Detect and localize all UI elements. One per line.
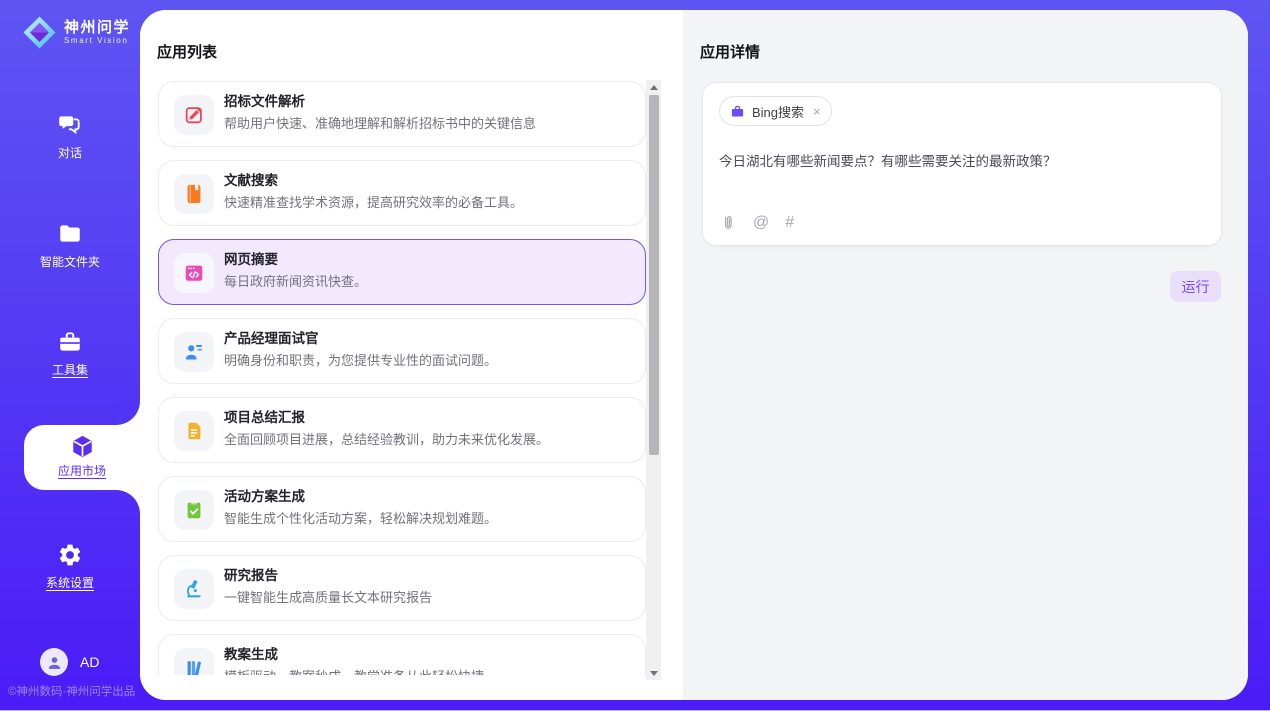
app-title: 文献搜索 bbox=[224, 172, 629, 190]
app-desc: 帮助用户快速、准确地理解和解析招标书中的关键信息 bbox=[224, 115, 629, 132]
app-icon-tile bbox=[174, 490, 214, 530]
hash-icon[interactable]: # bbox=[785, 214, 794, 232]
sidebar-item-toolset[interactable]: 工具集 bbox=[0, 329, 140, 378]
app-icon-tile bbox=[174, 411, 214, 451]
app-icon-tile bbox=[174, 648, 214, 675]
app-desc: 模板驱动，教案秒成，教学准备从此轻松快捷 bbox=[224, 668, 629, 675]
app-card-project-summary[interactable]: 项目总结汇报 全面回顾项目进展，总结经验教训，助力未来优化发展。 bbox=[158, 397, 646, 463]
bubble-notch-top bbox=[116, 401, 140, 425]
list-scrollbar[interactable] bbox=[646, 80, 661, 680]
sidebar-item-label: 对话 bbox=[0, 144, 140, 161]
bubble-notch-bottom bbox=[116, 490, 140, 514]
app-title: 教案生成 bbox=[224, 646, 629, 664]
sidebar-item-label: 系统设置 bbox=[0, 574, 140, 591]
app-card-literature-search[interactable]: 文献搜索 快速精准查找学术资源，提高研究效率的必备工具。 bbox=[158, 160, 646, 226]
briefcase-icon bbox=[730, 104, 745, 119]
app-card-research-report[interactable]: 研究报告 一键智能生成高质量长文本研究报告 bbox=[158, 555, 646, 621]
user-initials: AD bbox=[80, 654, 99, 670]
clipboard-check-icon bbox=[183, 499, 205, 521]
chat-icon bbox=[57, 112, 83, 138]
app-title: 招标文件解析 bbox=[224, 93, 629, 111]
sidebar-item-app-market[interactable]: 应用市场 bbox=[24, 425, 140, 490]
pen-square-icon bbox=[183, 104, 205, 126]
microscope-icon bbox=[183, 578, 205, 600]
app-title: 项目总结汇报 bbox=[224, 409, 629, 427]
app-icon-tile bbox=[174, 95, 214, 135]
app-card-bid-document-analysis[interactable]: 招标文件解析 帮助用户快速、准确地理解和解析招标书中的关键信息 bbox=[158, 81, 646, 147]
user-account[interactable]: AD bbox=[40, 648, 99, 676]
books-icon bbox=[183, 657, 205, 675]
app-desc: 一键智能生成高质量长文本研究报告 bbox=[224, 589, 629, 606]
sidebar-item-label: 工具集 bbox=[0, 361, 140, 378]
scrollbar-up-arrow-icon[interactable] bbox=[646, 80, 661, 94]
tool-chip-bing-search[interactable]: Bing搜索 × bbox=[719, 96, 832, 126]
prompt-input-card[interactable]: Bing搜索 × 今日湖北有哪些新闻要点？有哪些需要关注的最新政策？ @ # bbox=[702, 82, 1222, 246]
cube-icon bbox=[69, 433, 96, 460]
person-icon bbox=[46, 654, 63, 671]
run-button[interactable]: 运行 bbox=[1170, 271, 1221, 302]
book-icon bbox=[183, 183, 205, 205]
brand-subtitle: Smart Vision bbox=[64, 36, 130, 46]
app-card-lesson-plan[interactable]: 教案生成 模板驱动，教案秒成，教学准备从此轻松快捷 bbox=[158, 634, 646, 675]
scrollbar-down-arrow-icon[interactable] bbox=[646, 666, 661, 680]
sidebar-item-smart-folder[interactable]: 智能文件夹 bbox=[0, 221, 140, 270]
app-desc: 全面回顾项目进展，总结经验教训，助力未来优化发展。 bbox=[224, 431, 629, 448]
brand-logo: 神州问学 Smart Vision bbox=[22, 15, 130, 50]
sidebar-item-label: 智能文件夹 bbox=[0, 253, 140, 270]
interviewer-icon bbox=[183, 341, 205, 363]
document-icon bbox=[183, 420, 205, 442]
sidebar-item-settings[interactable]: 系统设置 bbox=[0, 542, 140, 591]
app-title: 活动方案生成 bbox=[224, 488, 629, 506]
briefcase-icon bbox=[57, 329, 83, 355]
sidebar-item-chat[interactable]: 对话 bbox=[0, 112, 140, 161]
attachment-toolbar: @ # bbox=[719, 214, 794, 232]
app-icon-tile bbox=[174, 174, 214, 214]
app-title: 产品经理面试官 bbox=[224, 330, 629, 348]
app-icon-tile bbox=[174, 332, 214, 372]
chip-close-icon[interactable]: × bbox=[813, 104, 821, 119]
app-desc: 每日政府新闻资讯快查。 bbox=[224, 273, 629, 290]
app-card-pm-interviewer[interactable]: 产品经理面试官 明确身份和职责，为您提供专业性的面试问题。 bbox=[158, 318, 646, 384]
sidebar-item-label: 应用市场 bbox=[24, 462, 140, 479]
app-detail-panel: 应用详情 Bing搜索 × 今日湖北有哪些新闻要点？有哪些需要关注的最新政策？ … bbox=[683, 10, 1248, 700]
diamond-logo-icon bbox=[22, 15, 57, 50]
app-title: 网页摘要 bbox=[224, 251, 629, 269]
at-mention-icon[interactable]: @ bbox=[753, 214, 769, 232]
paperclip-icon[interactable] bbox=[719, 214, 737, 232]
folder-icon bbox=[57, 221, 83, 247]
app-desc: 明确身份和职责，为您提供专业性的面试问题。 bbox=[224, 352, 629, 369]
app-card-web-summary[interactable]: 网页摘要 每日政府新闻资讯快查。 bbox=[158, 239, 646, 305]
main-content: 应用列表 招标文件解析 帮助用户快速、准确地理解和解析招标书中的关键信息 bbox=[140, 10, 1248, 700]
prompt-text[interactable]: 今日湖北有哪些新闻要点？有哪些需要关注的最新政策？ bbox=[719, 152, 1199, 171]
app-card-event-plan[interactable]: 活动方案生成 智能生成个性化活动方案，轻松解决规划难题。 bbox=[158, 476, 646, 542]
tool-chip-label: Bing搜索 bbox=[752, 102, 804, 121]
avatar bbox=[40, 648, 68, 676]
app-list-title: 应用列表 bbox=[157, 41, 217, 62]
app-icon-tile bbox=[174, 569, 214, 609]
copyright-text: ©神州数码·神州问学出品 bbox=[8, 683, 135, 699]
scrollbar-thumb[interactable] bbox=[649, 95, 659, 455]
app-desc: 智能生成个性化活动方案，轻松解决规划难题。 bbox=[224, 510, 629, 527]
app-list-scroll-area: 招标文件解析 帮助用户快速、准确地理解和解析招标书中的关键信息 文献搜索 bbox=[158, 81, 646, 675]
sidebar: 神州问学 Smart Vision 对话 智能文件夹 工具 bbox=[0, 0, 140, 711]
app-title: 研究报告 bbox=[224, 567, 629, 585]
app-detail-title: 应用详情 bbox=[700, 41, 760, 62]
gear-icon bbox=[57, 542, 83, 568]
app-frame: 神州问学 Smart Vision 对话 智能文件夹 工具 bbox=[0, 0, 1270, 711]
browser-code-icon bbox=[183, 262, 205, 284]
app-desc: 快速精准查找学术资源，提高研究效率的必备工具。 bbox=[224, 194, 629, 211]
brand-name: 神州问学 bbox=[64, 19, 130, 36]
app-icon-tile bbox=[174, 253, 214, 293]
app-list-panel: 应用列表 招标文件解析 帮助用户快速、准确地理解和解析招标书中的关键信息 bbox=[140, 10, 683, 700]
